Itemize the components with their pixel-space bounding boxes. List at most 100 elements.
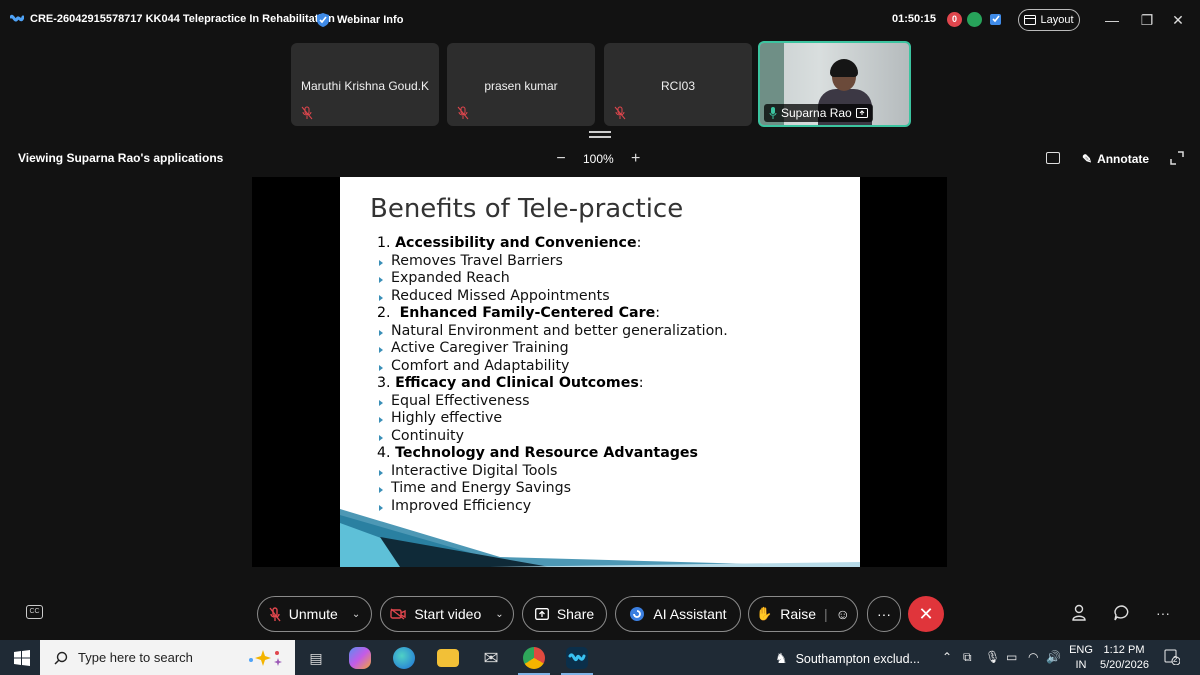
participant-tile[interactable]: RCI03: [604, 43, 752, 126]
chrome-icon[interactable]: [523, 647, 545, 669]
more-icon: ···: [877, 606, 891, 622]
mic-muted-icon: [269, 606, 281, 621]
webex-app-icon[interactable]: [566, 647, 588, 669]
search-highlight-icon: [249, 650, 282, 666]
start-video-button[interactable]: Start video ⌄: [380, 596, 514, 632]
mail-icon[interactable]: ✉: [480, 647, 502, 669]
news-widget[interactable]: ♞ Southampton exclud...: [775, 650, 920, 667]
file-explorer-icon[interactable]: [437, 649, 459, 667]
slide-bullet: Interactive Digital Tools: [377, 463, 728, 481]
raise-hand-button[interactable]: ✋ Raise | ☺: [748, 596, 858, 632]
share-button[interactable]: Share: [522, 596, 607, 632]
notifications-icon[interactable]: 2: [1164, 649, 1181, 666]
viewing-status-text: Viewing Suparna Rao's applications: [18, 151, 224, 165]
slide-bullet: Time and Energy Savings: [377, 480, 728, 498]
slide-bullet: Continuity: [377, 428, 728, 446]
webinar-info-link[interactable]: Webinar Info: [337, 14, 403, 26]
slide-bullet: Highly effective: [377, 410, 728, 428]
clock-date: 5/20/2026: [1100, 659, 1149, 671]
windows-start-icon[interactable]: [14, 650, 30, 666]
ai-assistant-label: AI Assistant: [653, 606, 727, 622]
reactions-icon[interactable]: ☺: [836, 606, 850, 622]
webex-meeting-window: CRE-26042915578717 KK044 Telepractice In…: [0, 0, 1200, 640]
restore-icon[interactable]: ❐: [1137, 10, 1157, 30]
widgets-icon[interactable]: ▤: [305, 647, 327, 669]
slide-heading: 1. Accessibility and Convenience:: [377, 235, 642, 251]
hand-icon: ✋: [756, 606, 773, 621]
slide-content: 1. Accessibility and Convenience: Remove…: [377, 235, 728, 515]
mic-muted-icon: [614, 106, 626, 120]
participant-video-tile[interactable]: Suparna Rao: [758, 41, 911, 127]
participant-name: Suparna Rao: [781, 106, 852, 120]
layout-label: Layout: [1040, 14, 1074, 26]
slide-decoration: [340, 509, 860, 567]
notification-count: 2: [1173, 655, 1178, 664]
volume-icon[interactable]: 🔊: [1046, 650, 1061, 664]
close-icon[interactable]: ✕: [1168, 10, 1188, 30]
chat-icon[interactable]: [1113, 604, 1131, 622]
region-code: IN: [1075, 659, 1087, 671]
start-video-label: Start video: [414, 606, 482, 622]
slide-title: Benefits of Tele-practice: [370, 194, 684, 224]
unmute-button[interactable]: Unmute ⌄: [257, 596, 372, 632]
fullscreen-icon[interactable]: [1170, 151, 1184, 165]
chevron-down-icon[interactable]: ⌄: [495, 609, 503, 620]
slide-heading: 4. Technology and Resource Advantages: [377, 445, 698, 461]
more-options-button[interactable]: ···: [867, 596, 901, 632]
microphone-tray-icon[interactable]: 🎙: [985, 650, 1000, 664]
participant-tile[interactable]: prasen kumar: [447, 43, 595, 126]
participant-name: prasen kumar: [484, 79, 558, 93]
zoom-out-button[interactable]: −: [553, 150, 569, 168]
mic-muted-icon: [301, 106, 313, 120]
mic-muted-icon: [457, 106, 469, 120]
network-health-icon[interactable]: [967, 12, 982, 27]
more-panels-icon[interactable]: ···: [1154, 604, 1172, 622]
chevron-down-icon[interactable]: ⌄: [352, 609, 360, 620]
tray-overflow-icon[interactable]: ⌃: [942, 650, 952, 664]
wifi-icon[interactable]: ◠: [1028, 650, 1038, 664]
leave-meeting-button[interactable]: ✕: [908, 596, 944, 632]
language-indicator[interactable]: ENG IN: [1068, 643, 1094, 673]
language-code: ENG: [1069, 644, 1093, 656]
unmute-label: Unmute: [288, 606, 338, 622]
taskbar-search-box[interactable]: Type here to search: [40, 640, 295, 675]
recording-badge[interactable]: 0: [947, 12, 962, 27]
zoom-level: 100%: [583, 152, 614, 166]
participant-tile[interactable]: Maruthi Krishna Goud.K: [291, 43, 439, 126]
slide-bullet: Equal Effectiveness: [377, 393, 728, 411]
video-name-tag: Suparna Rao: [764, 104, 873, 122]
participant-name: Maruthi Krishna Goud.K: [300, 79, 430, 93]
slide-bullet: Expanded Reach: [377, 270, 728, 288]
security-check-icon[interactable]: [988, 11, 1004, 27]
title-bar: CRE-26042915578717 KK044 Telepractice In…: [0, 0, 1200, 40]
ai-assistant-button[interactable]: AI Assistant: [615, 596, 741, 632]
webex-logo-icon: [10, 14, 24, 22]
video-off-icon: [390, 608, 407, 620]
share-screen-icon: [534, 608, 549, 620]
layout-button[interactable]: Layout: [1018, 9, 1080, 31]
copilot-icon[interactable]: [349, 647, 371, 669]
tray-app-icon[interactable]: ⧉: [963, 650, 972, 665]
annotate-button[interactable]: ✎ Annotate: [1082, 152, 1149, 166]
slide-bullet: Removes Travel Barriers: [377, 253, 728, 271]
battery-icon[interactable]: ▭: [1006, 650, 1017, 664]
minimize-icon[interactable]: —: [1102, 10, 1122, 30]
share-view-icon[interactable]: [1046, 152, 1060, 164]
raise-label: Raise: [780, 606, 817, 622]
pen-icon: ✎: [1082, 152, 1093, 166]
shield-icon[interactable]: [316, 12, 330, 28]
zoom-controls: − 100% +: [553, 150, 644, 168]
edge-browser-icon[interactable]: [393, 647, 415, 669]
participants-icon[interactable]: [1071, 604, 1089, 622]
taskbar-clock[interactable]: 1:12 PM 5/20/2026: [1100, 643, 1149, 673]
zoom-in-button[interactable]: +: [628, 150, 644, 168]
news-headline: Southampton exclud...: [795, 651, 920, 666]
annotate-label: Annotate: [1097, 152, 1150, 166]
mic-active-icon: [769, 107, 777, 119]
filmstrip-resize-handle[interactable]: [589, 131, 611, 138]
slide-heading: 2. Enhanced Family-Centered Care:: [377, 305, 660, 321]
clock-time: 1:12 PM: [1103, 644, 1145, 656]
news-icon: ♞: [775, 650, 788, 666]
slide-bullet: Comfort and Adaptability: [377, 358, 728, 376]
closed-captions-icon[interactable]: CC: [26, 605, 43, 619]
